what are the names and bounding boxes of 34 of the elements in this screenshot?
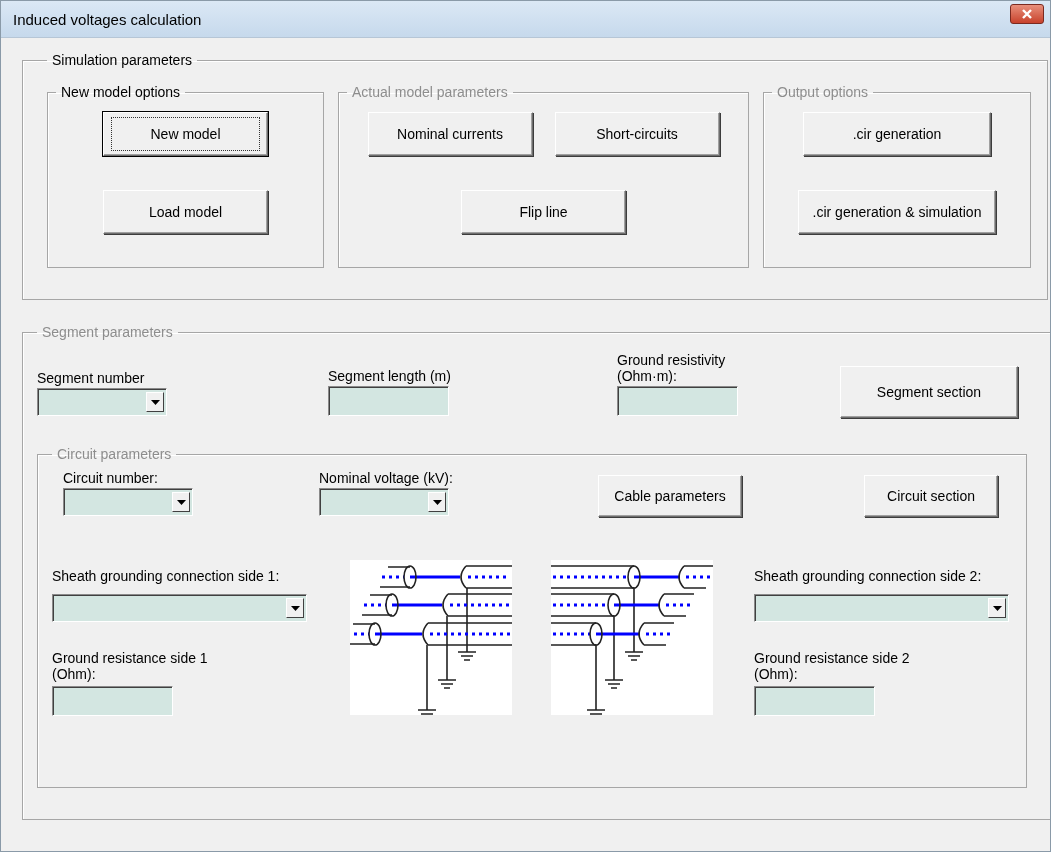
input-field[interactable]: [617, 386, 738, 416]
caret-icon: [992, 605, 1002, 611]
push-button[interactable]: New model: [103, 112, 268, 156]
field-label: Segment number: [37, 370, 146, 386]
dropdown-field[interactable]: [319, 488, 449, 516]
close-icon: [1021, 8, 1033, 20]
field-label: Ground resistance side 1 (Ohm):: [52, 650, 209, 682]
dropdown-field[interactable]: [754, 594, 1009, 622]
field-label: Sheath grounding connection side 1:: [52, 568, 281, 584]
dropdown-field[interactable]: [63, 488, 193, 516]
push-button[interactable]: Load model: [103, 190, 268, 234]
caret-icon: [150, 399, 160, 405]
group-label: New model options: [60, 84, 182, 100]
group-label: Simulation parameters: [51, 52, 194, 68]
group-label: Output options: [776, 84, 870, 100]
group-label: Actual model parameters: [351, 84, 509, 100]
caret-icon: [176, 499, 186, 505]
dropdown-field[interactable]: [37, 388, 167, 416]
caret-icon: [290, 605, 300, 611]
field-label: Segment length (m): [328, 368, 452, 384]
field-label: Nominal voltage (kV):: [319, 470, 454, 486]
group-label: Circuit parameters: [56, 446, 173, 462]
input-field[interactable]: [328, 386, 449, 416]
window-title: Induced voltages calculation: [13, 10, 202, 28]
input-field[interactable]: [754, 686, 875, 716]
input-field[interactable]: [52, 686, 173, 716]
group-label: Segment parameters: [41, 324, 174, 340]
field-label: Circuit number:: [63, 470, 159, 486]
field-label: Sheath grounding connection side 2:: [754, 568, 983, 584]
caret-icon: [432, 499, 442, 505]
field-label: Ground resistivity (Ohm·m):: [617, 352, 727, 384]
dropdown-field[interactable]: [52, 594, 307, 622]
field-label: Ground resistance side 2 (Ohm):: [754, 650, 911, 682]
close-button[interactable]: [1010, 4, 1044, 24]
